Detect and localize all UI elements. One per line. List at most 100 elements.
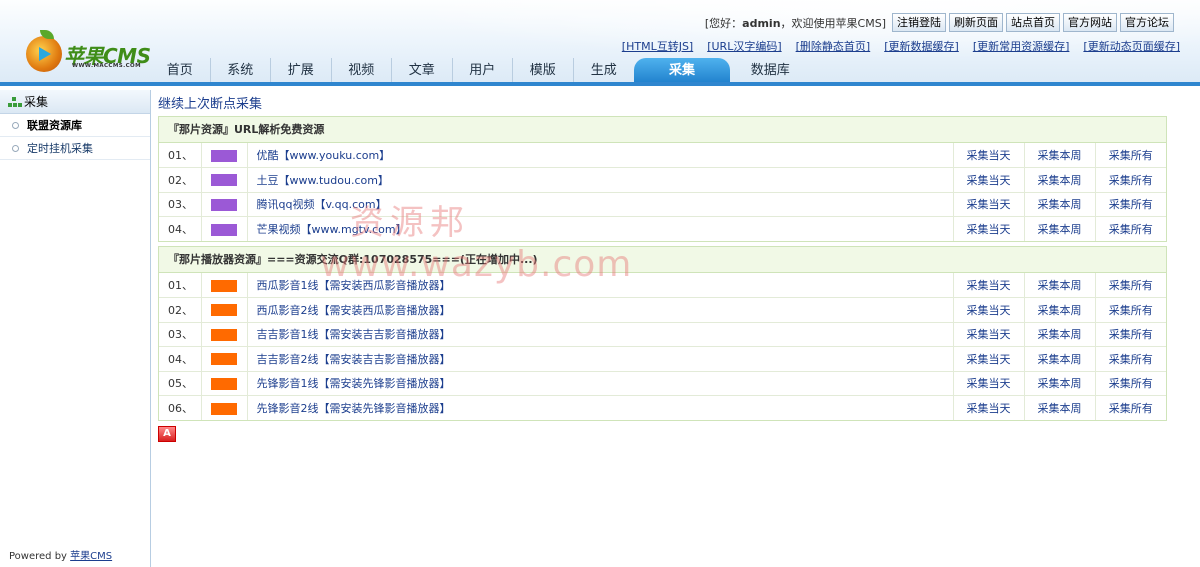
collect-week-link[interactable]: 采集本周 (1024, 192, 1096, 217)
color-swatch (211, 149, 237, 162)
collect-today-link[interactable]: 采集当天 (953, 216, 1025, 241)
collect-all-link[interactable]: 采集所有 (1095, 273, 1166, 298)
delete-static-home-link[interactable]: [删除静态首页] (796, 38, 871, 54)
tab-article[interactable]: 文章 (392, 58, 453, 84)
logo-tagline: WWW.MACCMS.COM (72, 63, 141, 69)
resource-name-link[interactable]: 先锋影音2线【需安装先锋影音播放器】 (247, 395, 954, 420)
html-js-link[interactable]: [HTML互转JS] (622, 38, 693, 54)
tab-generate[interactable]: 生成 (574, 58, 635, 84)
collect-today-link[interactable]: 采集当天 (953, 192, 1025, 217)
sidebar: 采集 联盟资源库 定时挂机采集 Powered by 苹果CMS (0, 90, 151, 567)
collect-today-link[interactable]: 采集当天 (953, 273, 1025, 298)
color-swatch (211, 279, 237, 292)
collect-all-link[interactable]: 采集所有 (1095, 371, 1166, 396)
action-icon[interactable]: A (158, 426, 176, 442)
greeting: [您好：admin，欢迎使用苹果CMS] (704, 16, 886, 30)
table-row: 02、 西瓜影音2线【需安装西瓜影音播放器】 采集当天 采集本周 采集所有 (159, 297, 1166, 323)
section-title: 『那片资源』URL解析免费资源 (159, 117, 1166, 143)
row-number: 02、 (159, 167, 202, 193)
collect-week-link[interactable]: 采集本周 (1024, 143, 1096, 168)
resource-name-link[interactable]: 西瓜影音2线【需安装西瓜影音播放器】 (247, 297, 954, 323)
color-swatch-cell (201, 192, 248, 217)
continue-collect-link[interactable]: 继续上次断点采集 (158, 96, 1168, 114)
sidebar-title: 采集 (0, 90, 150, 114)
collect-today-link[interactable]: 采集当天 (953, 395, 1025, 420)
collect-all-link[interactable]: 采集所有 (1095, 297, 1166, 323)
tab-database[interactable]: 数据库 (740, 58, 801, 84)
collect-all-link[interactable]: 采集所有 (1095, 143, 1166, 168)
logout-button[interactable]: 注销登陆 (892, 13, 946, 32)
tab-system[interactable]: 系统 (211, 58, 271, 84)
collect-all-link[interactable]: 采集所有 (1095, 346, 1166, 372)
collect-today-link[interactable]: 采集当天 (953, 297, 1025, 323)
row-number: 03、 (159, 192, 202, 217)
collect-week-link[interactable]: 采集本周 (1024, 346, 1096, 372)
collect-week-link[interactable]: 采集本周 (1024, 395, 1096, 420)
collect-today-link[interactable]: 采集当天 (953, 371, 1025, 396)
resource-name-link[interactable]: 西瓜影音1线【需安装西瓜影音播放器】 (247, 273, 954, 298)
collect-today-link[interactable]: 采集当天 (953, 322, 1025, 347)
collect-week-link[interactable]: 采集本周 (1024, 322, 1096, 347)
tab-collect[interactable]: 采集 (634, 58, 730, 84)
collect-week-link[interactable]: 采集本周 (1024, 216, 1096, 241)
color-swatch (211, 198, 237, 211)
update-dynamic-cache-link[interactable]: [更新动态页面缓存] (1083, 38, 1180, 54)
sidebar-item-scheduled-collect[interactable]: 定时挂机采集 (0, 137, 150, 160)
resource-name-link[interactable]: 优酷【www.youku.com】 (247, 143, 954, 168)
sidebar-item-union-resources[interactable]: 联盟资源库 (0, 114, 150, 137)
resource-name-link[interactable]: 芒果视频【www.mgtv.com】 (247, 216, 954, 241)
logo: 苹果CMS WWW.MACCMS.COM (26, 30, 156, 76)
update-data-cache-link[interactable]: [更新数据缓存] (884, 38, 959, 54)
collect-week-link[interactable]: 采集本周 (1024, 167, 1096, 193)
tab-home[interactable]: 首页 (150, 58, 211, 84)
powered-by-link[interactable]: 苹果CMS (70, 551, 112, 562)
table-row: 01、 优酷【www.youku.com】 采集当天 采集本周 采集所有 (159, 143, 1166, 168)
collect-all-link[interactable]: 采集所有 (1095, 167, 1166, 193)
color-swatch-cell (201, 143, 248, 168)
color-swatch (211, 377, 237, 390)
tab-template[interactable]: 模版 (513, 58, 574, 84)
color-swatch-cell (201, 346, 248, 372)
table-row: 03、 吉吉影音1线【需安装吉吉影音播放器】 采集当天 采集本周 采集所有 (159, 322, 1166, 347)
header-divider (0, 82, 1200, 86)
powered-by: Powered by 苹果CMS (9, 551, 113, 562)
sidebar-item-label: 联盟资源库 (27, 119, 82, 132)
update-common-cache-link[interactable]: [更新常用资源缓存] (973, 38, 1070, 54)
site-home-button[interactable]: 站点首页 (1006, 13, 1060, 32)
sidebar-title-label: 采集 (24, 95, 49, 109)
official-forum-button[interactable]: 官方论坛 (1120, 13, 1174, 32)
main-content: 继续上次断点采集 『那片资源』URL解析免费资源 01、 优酷【www.youku… (158, 96, 1168, 442)
color-swatch-cell (201, 216, 248, 241)
collect-all-link[interactable]: 采集所有 (1095, 322, 1166, 347)
collect-all-link[interactable]: 采集所有 (1095, 396, 1166, 421)
resource-name-link[interactable]: 先锋影音1线【需安装先锋影音播放器】 (247, 371, 954, 396)
table-row: 05、 先锋影音1线【需安装先锋影音播放器】 采集当天 采集本周 采集所有 (159, 371, 1166, 396)
refresh-button[interactable]: 刷新页面 (949, 13, 1003, 32)
resource-name-link[interactable]: 土豆【www.tudou.com】 (247, 167, 954, 193)
color-swatch (211, 402, 237, 415)
color-swatch (211, 304, 237, 317)
tab-extend[interactable]: 扩展 (271, 58, 332, 84)
resource-name-link[interactable]: 吉吉影音2线【需安装吉吉影音播放器】 (247, 346, 954, 372)
collect-today-link[interactable]: 采集当天 (953, 346, 1025, 372)
table-row: 04、 吉吉影音2线【需安装吉吉影音播放器】 采集当天 采集本周 采集所有 (159, 346, 1166, 372)
collect-all-link[interactable]: 采集所有 (1095, 217, 1166, 242)
row-number: 05、 (159, 371, 202, 396)
resource-name-link[interactable]: 腾讯qq视频【v.qq.com】 (247, 192, 954, 217)
tab-user[interactable]: 用户 (453, 58, 513, 84)
tab-video[interactable]: 视频 (332, 58, 392, 84)
row-number: 04、 (159, 346, 202, 372)
official-site-button[interactable]: 官方网站 (1063, 13, 1117, 32)
collect-all-link[interactable]: 采集所有 (1095, 192, 1166, 217)
sidebar-item-label: 定时挂机采集 (27, 142, 93, 155)
color-swatch (211, 223, 237, 236)
resource-name-link[interactable]: 吉吉影音1线【需安装吉吉影音播放器】 (247, 322, 954, 347)
row-number: 06、 (159, 395, 202, 420)
collect-week-link[interactable]: 采集本周 (1024, 371, 1096, 396)
url-encode-link[interactable]: [URL汉字编码] (707, 38, 781, 54)
collect-week-link[interactable]: 采集本周 (1024, 297, 1096, 323)
collect-today-link[interactable]: 采集当天 (953, 167, 1025, 193)
bullet-icon (12, 145, 19, 152)
collect-today-link[interactable]: 采集当天 (953, 143, 1025, 168)
collect-week-link[interactable]: 采集本周 (1024, 273, 1096, 298)
